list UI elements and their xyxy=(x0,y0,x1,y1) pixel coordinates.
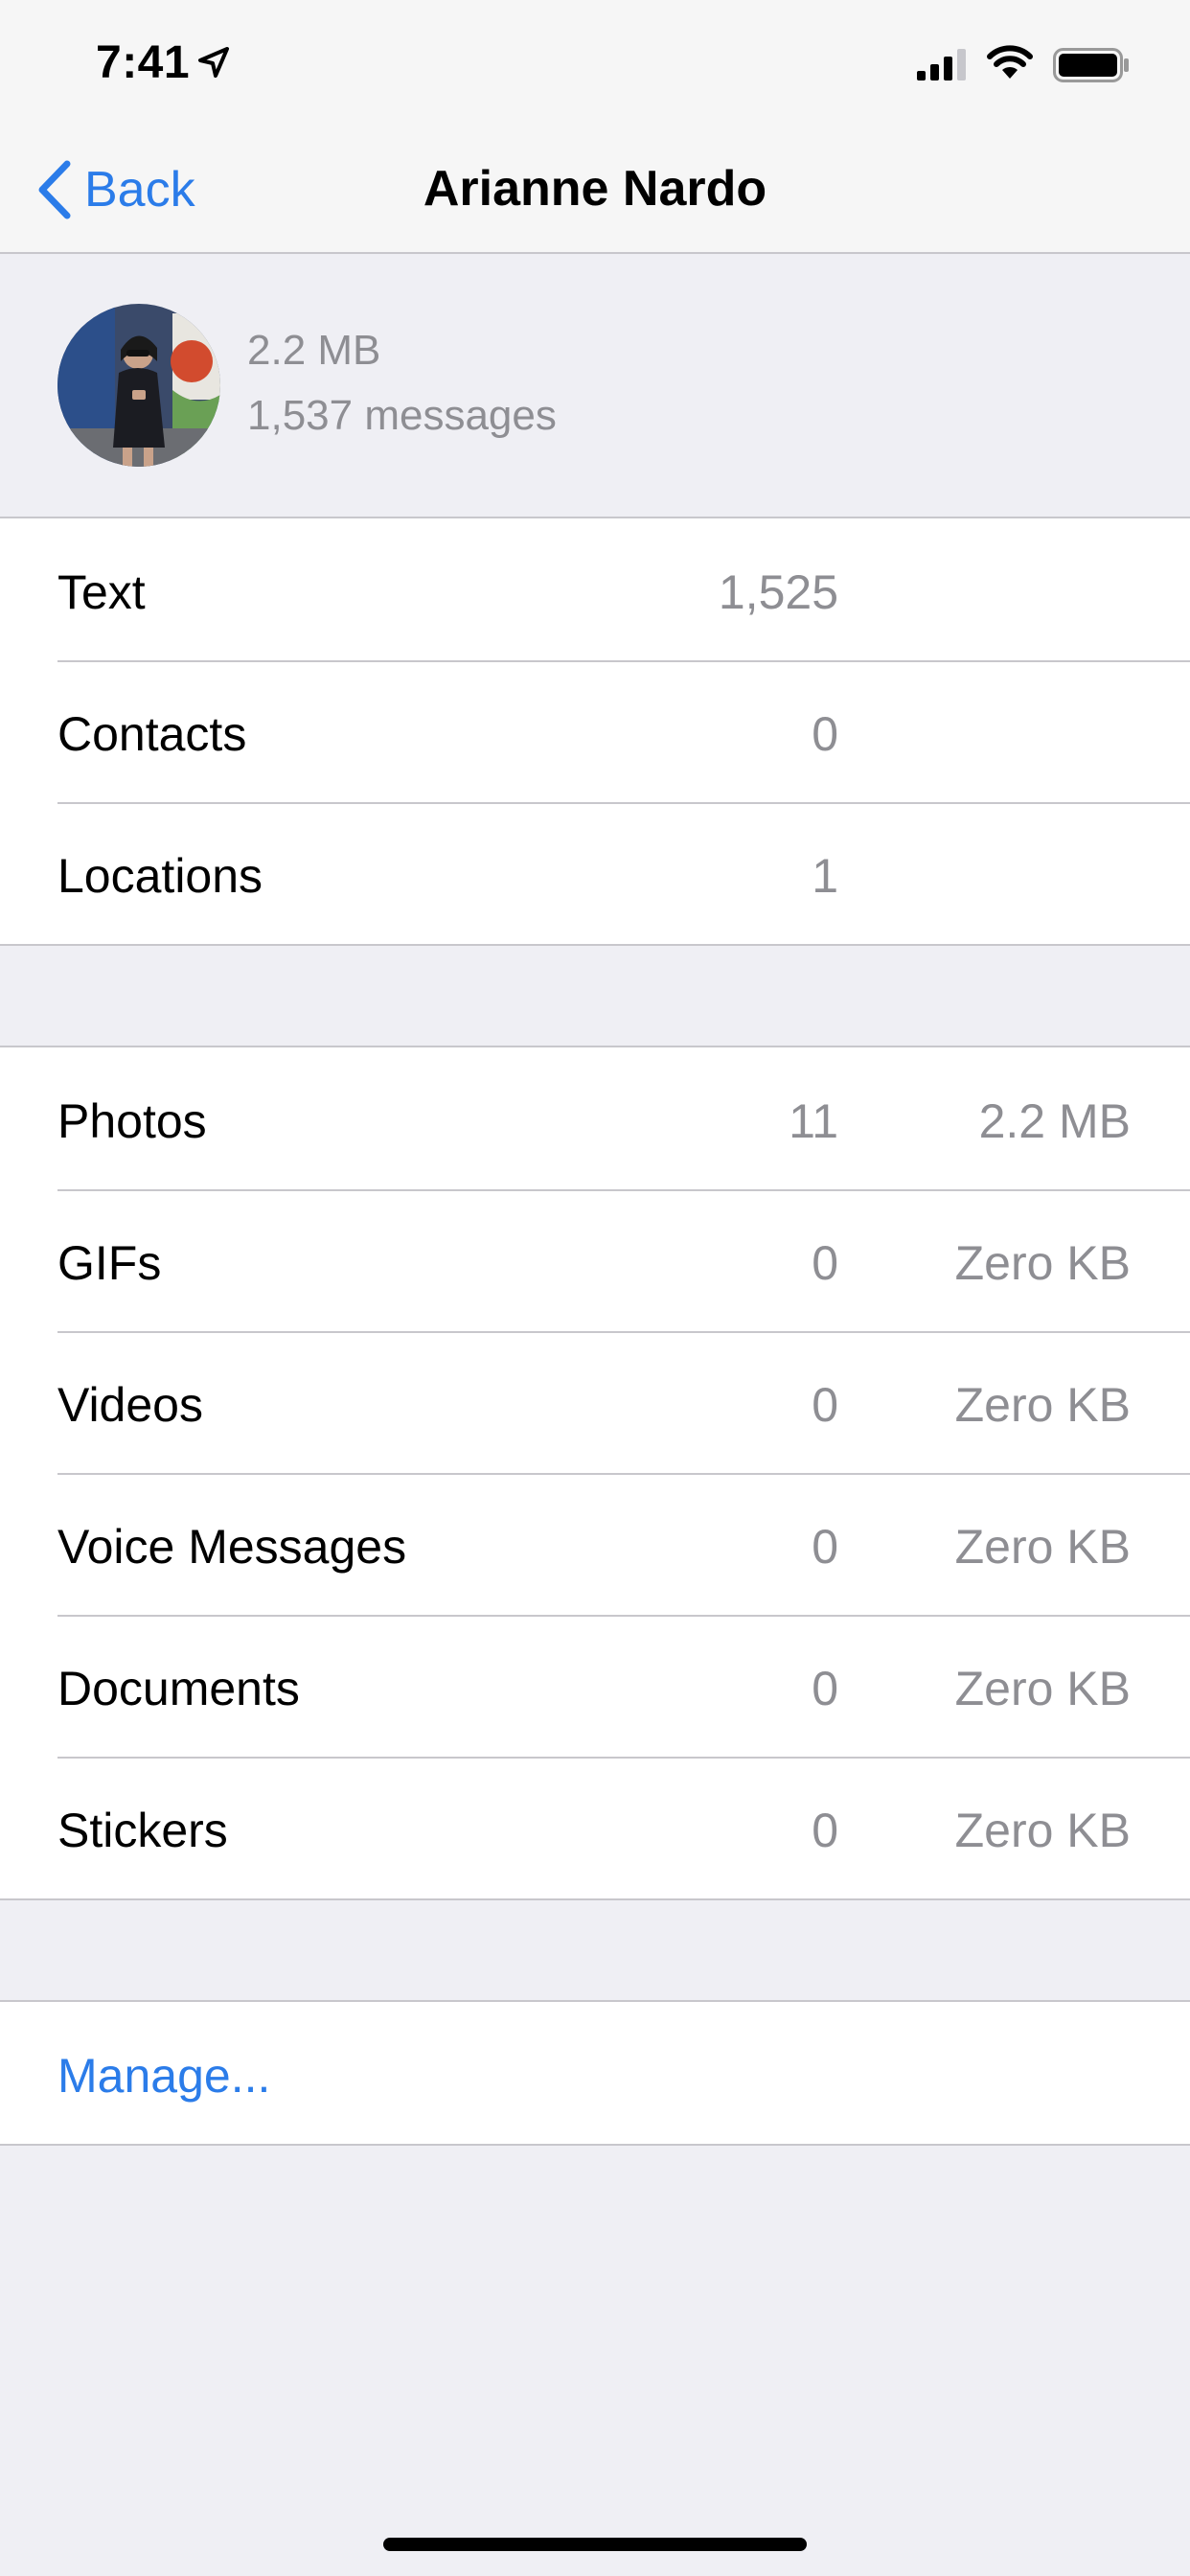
battery-icon xyxy=(1053,48,1129,82)
manage-label: Manage... xyxy=(57,2049,271,2103)
row-photos[interactable]: Photos 11 2.2 MB xyxy=(0,1047,1190,1189)
row-locations[interactable]: Locations 1 xyxy=(0,802,1190,944)
row-count: 0 xyxy=(812,707,838,761)
avatar xyxy=(57,304,220,467)
row-label: Photos xyxy=(57,1094,207,1148)
status-bar: 7:41 xyxy=(0,0,1190,126)
row-label: Documents xyxy=(57,1662,300,1715)
row-voice-messages[interactable]: Voice Messages 0 Zero KB xyxy=(0,1473,1190,1615)
page-title: Arianne Nardo xyxy=(423,161,767,217)
message-types-group: Text 1,525 Contacts 0 Locations 1 xyxy=(0,517,1190,946)
navigation-bar: Back Arianne Nardo xyxy=(0,126,1190,254)
row-text[interactable]: Text 1,525 xyxy=(0,518,1190,660)
row-count: 1 xyxy=(812,849,838,903)
row-label: GIFs xyxy=(57,1236,162,1290)
status-time: 7:41 xyxy=(96,37,191,88)
avatar-image xyxy=(57,304,220,467)
row-videos[interactable]: Videos 0 Zero KB xyxy=(0,1331,1190,1473)
row-label: Text xyxy=(57,565,146,619)
row-documents[interactable]: Documents 0 Zero KB xyxy=(0,1615,1190,1757)
row-size: 2.2 MB xyxy=(978,1094,1131,1148)
row-size: Zero KB xyxy=(954,1520,1131,1574)
location-arrow-icon xyxy=(198,47,229,78)
row-count: 1,525 xyxy=(718,565,838,619)
message-count: 1,537 messages xyxy=(247,392,557,439)
manage-button[interactable]: Manage... xyxy=(0,2002,1190,2144)
row-size: Zero KB xyxy=(954,1378,1131,1432)
row-label: Voice Messages xyxy=(57,1520,407,1574)
signal-icon xyxy=(917,49,966,80)
row-size: Zero KB xyxy=(954,1662,1131,1715)
row-label: Videos xyxy=(57,1378,203,1432)
wifi-icon xyxy=(987,45,1033,79)
row-size: Zero KB xyxy=(954,1804,1131,1857)
row-count: 0 xyxy=(812,1378,838,1432)
total-size: 2.2 MB xyxy=(247,327,381,374)
row-label: Locations xyxy=(57,849,263,903)
storage-summary: 2.2 MB 1,537 messages xyxy=(0,254,1190,518)
row-count: 0 xyxy=(812,1662,838,1715)
row-gifs[interactable]: GIFs 0 Zero KB xyxy=(0,1189,1190,1331)
row-count: 11 xyxy=(789,1094,838,1148)
home-indicator[interactable] xyxy=(383,2538,807,2551)
row-size: Zero KB xyxy=(954,1236,1131,1290)
row-count: 0 xyxy=(812,1236,838,1290)
media-types-group: Photos 11 2.2 MB GIFs 0 Zero KB Videos 0… xyxy=(0,1046,1190,1900)
row-stickers[interactable]: Stickers 0 Zero KB xyxy=(0,1757,1190,1898)
row-label: Contacts xyxy=(57,707,247,761)
row-label: Stickers xyxy=(57,1804,228,1857)
row-contacts[interactable]: Contacts 0 xyxy=(0,660,1190,802)
row-count: 0 xyxy=(812,1520,838,1574)
manage-group: Manage... xyxy=(0,2000,1190,2146)
row-count: 0 xyxy=(812,1804,838,1857)
